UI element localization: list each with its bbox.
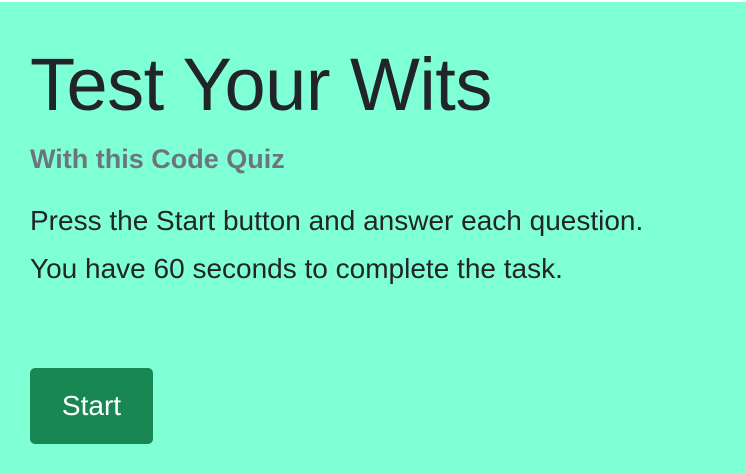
quiz-instructions: Press the Start button and answer each q… [30,197,680,293]
instruction-line-start: Press the Start button and answer each q… [30,205,644,236]
instruction-line-time-limit: You have 60 seconds to complete the task… [30,253,563,284]
page-title: Test Your Wits [30,43,492,126]
page-subtitle: With this Code Quiz [30,144,285,174]
start-button[interactable]: Start [30,368,153,444]
page: Test Your Wits With this Code Quiz Press… [0,0,746,474]
quiz-intro-panel: Test Your Wits With this Code Quiz Press… [0,2,746,474]
